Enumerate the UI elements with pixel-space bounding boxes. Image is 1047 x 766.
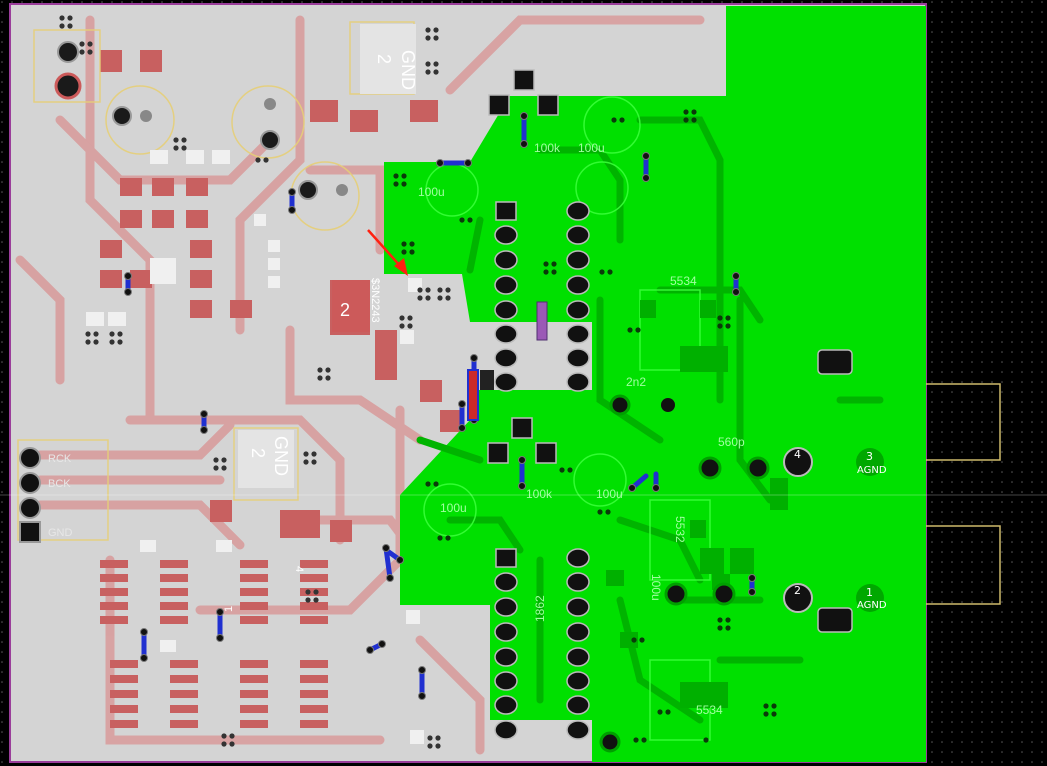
gnd-label-top: GND bbox=[398, 50, 418, 90]
gnd-num-top: 2 bbox=[374, 54, 394, 64]
gnd-label-mid: GND bbox=[271, 436, 291, 476]
header-label-gnd: GND bbox=[48, 527, 73, 539]
ic-label-1-left: 1 bbox=[223, 606, 235, 612]
header-label-bck: BCK bbox=[48, 478, 71, 490]
opamp-label-5534-2: 5534 bbox=[696, 703, 723, 717]
pin-label-2: 2 bbox=[794, 584, 801, 597]
cap-label-100u-4: 100u bbox=[440, 501, 467, 515]
transistor-pad[interactable] bbox=[332, 280, 370, 332]
pin-name-3: AGND bbox=[857, 465, 887, 476]
pin-name-1: AGND bbox=[857, 600, 887, 611]
pin-label-1: 1 bbox=[866, 586, 873, 599]
pin-label-4: 4 bbox=[794, 448, 801, 461]
transistor-name-label: $3N2243 bbox=[369, 278, 381, 323]
res-label-100k-2: 100k bbox=[526, 487, 553, 501]
ic-label-1862: 1862 bbox=[533, 595, 547, 622]
opamp-label-5532: 5532 bbox=[673, 516, 687, 543]
res-label-100k-1: 100k bbox=[534, 141, 561, 155]
header-label-rck: RCK bbox=[48, 453, 72, 465]
pin-label-3: 3 bbox=[866, 450, 873, 463]
cap-label-560p: 560p bbox=[718, 435, 745, 449]
ic-label-4: 4 bbox=[293, 566, 305, 572]
cap-label-100u-2: 100u bbox=[578, 141, 605, 155]
cap-label-100u-3: 100u bbox=[596, 487, 623, 501]
gnd-num-mid: 2 bbox=[248, 448, 268, 458]
pcb-layout-view[interactable]: GND 2 GND 2 2 $3N2243 RCK BCK GND 100u 1… bbox=[0, 0, 1047, 766]
selected-trace-highlight[interactable] bbox=[536, 301, 548, 341]
opamp-label-5534-1: 5534 bbox=[670, 274, 697, 288]
transistor-num: 2 bbox=[340, 300, 350, 320]
cap-label-100u-5: 100u bbox=[649, 574, 663, 601]
pcb-editor-canvas[interactable]: GND 2 GND 2 2 $3N2243 RCK BCK GND 100u 1… bbox=[0, 0, 1047, 766]
cap-label-100u-1: 100u bbox=[418, 185, 445, 199]
cap-label-2n2: 2n2 bbox=[626, 375, 646, 389]
